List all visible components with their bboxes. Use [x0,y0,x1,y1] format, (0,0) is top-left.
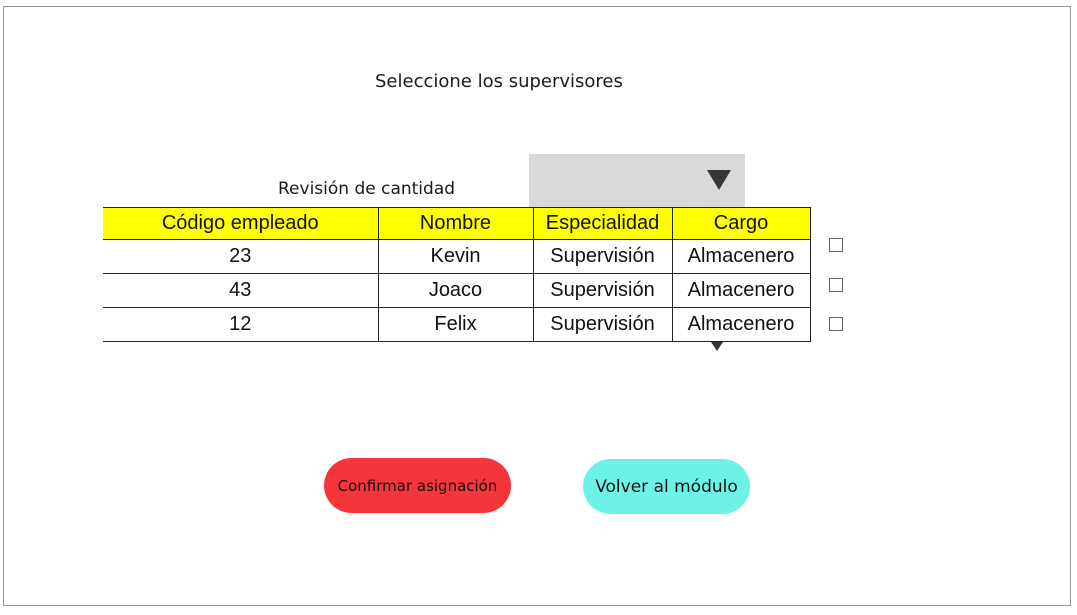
cell-specialty: Supervisión [532,273,673,308]
caret-down-icon [711,342,723,351]
cell-code: 43 [103,273,379,308]
header-specialty: Especialidad [532,207,673,240]
cell-role: Almacenero [671,273,811,308]
cell-role: Almacenero [671,307,811,342]
cell-code: 23 [103,239,379,274]
cell-specialty: Supervisión [532,307,673,342]
cell-code: 12 [103,307,379,342]
header-role: Cargo [671,207,811,240]
cell-name: Joaco [377,273,534,308]
revision-dropdown[interactable] [529,154,745,207]
cell-role: Almacenero [671,239,811,274]
header-name: Nombre [377,207,534,240]
cell-name: Felix [377,307,534,342]
supervisors-table: Código empleado Nombre Especialidad Carg… [103,207,811,342]
page-title: Seleccione los supervisores [375,71,623,92]
confirm-assignment-button[interactable]: Confirmar asignación [324,458,511,513]
table-row: 12 Felix Supervisión Almacenero [103,307,811,342]
table-row: 23 Kevin Supervisión Almacenero [103,239,811,274]
row-checkbox[interactable] [829,238,843,252]
table-header-row: Código empleado Nombre Especialidad Carg… [103,207,811,240]
row-checkbox[interactable] [829,278,843,292]
revision-label: Revisión de cantidad [278,179,456,199]
cell-name: Kevin [377,239,534,274]
table-row: 43 Joaco Supervisión Almacenero [103,273,811,308]
cell-specialty: Supervisión [532,239,673,274]
caret-down-icon [707,170,731,190]
back-to-module-button[interactable]: Volver al módulo [583,459,750,514]
row-checkbox[interactable] [829,317,843,331]
header-code: Código empleado [103,207,379,240]
